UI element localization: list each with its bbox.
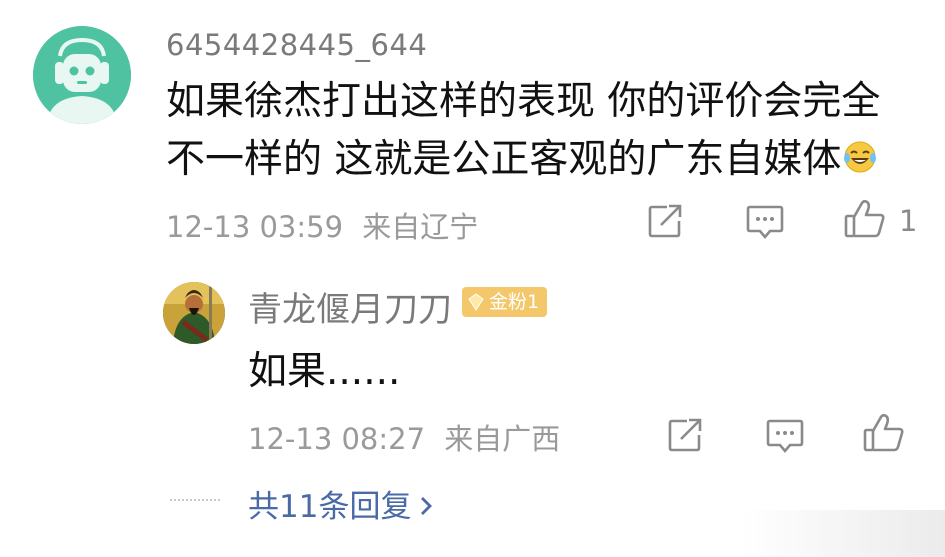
reply-username[interactable]: 青龙偃月刀刀: [248, 282, 452, 331]
robot-avatar-icon: [33, 26, 131, 124]
warrior-avatar-icon: [163, 282, 225, 344]
divider-dots: [170, 499, 220, 501]
share-icon[interactable]: [647, 203, 683, 243]
main-comment-line-1: 如果徐杰打出这样的表现 你的评价会完全: [166, 79, 881, 124]
fan-badge-icon: [468, 293, 484, 311]
reply-timestamp: 12-13 08:27: [248, 422, 426, 456]
more-replies-link[interactable]: 共11条回复: [248, 481, 433, 526]
tears-of-joy-emoji-icon: [843, 133, 877, 191]
more-replies-label: 共11条回复: [248, 489, 412, 525]
watermark-fade: [740, 510, 945, 557]
main-comment-username[interactable]: 6454428445_644: [166, 28, 427, 62]
main-comment-timestamp: 12-13 03:59: [166, 210, 344, 244]
reply-share-icon[interactable]: [667, 417, 703, 457]
main-comment-text: 如果徐杰打出这样的表现 你的评价会完全 不一样的 这就是公正客观的广东自媒体: [166, 73, 906, 191]
main-comment-line-2: 不一样的 这就是公正客观的广东自媒体: [166, 131, 906, 191]
fan-badge: 金粉1: [462, 287, 548, 317]
main-like-count: 1: [899, 204, 918, 238]
reply-meta: 12-13 08:27 来自广西: [248, 416, 560, 458]
reply-thumbs-up-icon[interactable]: [863, 413, 905, 457]
reply-comment-icon[interactable]: [766, 418, 804, 458]
avatar-main-user[interactable]: [33, 26, 131, 124]
main-comment-location: 来自辽宁: [362, 210, 479, 244]
chevron-right-icon: [419, 489, 433, 525]
main-comment-meta: 12-13 03:59 来自辽宁: [166, 204, 478, 246]
comment-icon[interactable]: [746, 204, 784, 244]
main-comment-line-2-text: 不一样的 这就是公正客观的广东自媒体: [166, 137, 842, 182]
reply-text: 如果......: [248, 349, 401, 394]
thumbs-up-icon[interactable]: [844, 199, 886, 243]
fan-badge-label: 金粉1: [489, 291, 540, 313]
avatar-reply-user[interactable]: [163, 282, 225, 344]
reply-location: 来自广西: [444, 422, 561, 456]
